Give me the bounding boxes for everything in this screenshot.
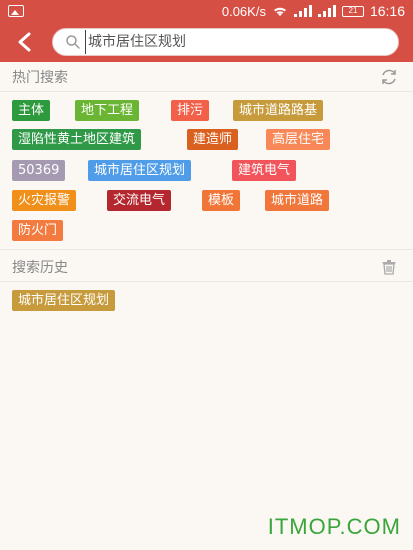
search-input[interactable] — [85, 30, 398, 54]
clear-history-button[interactable] — [377, 255, 401, 279]
hot-search-tag[interactable]: 城市道路路基 — [233, 100, 324, 121]
history-tag[interactable]: 城市居住区规划 — [12, 290, 116, 311]
hot-search-tag[interactable]: 火灾报警 — [12, 190, 77, 211]
network-speed: 0.06K/s — [221, 3, 266, 19]
signal-icon-2 — [317, 5, 336, 17]
hot-search-tag[interactable]: 建筑电气 — [232, 160, 297, 181]
history-header: 搜索历史 — [0, 252, 413, 282]
back-button[interactable] — [0, 22, 48, 62]
gallery-icon — [8, 5, 24, 17]
signal-icon — [293, 5, 312, 17]
section-divider — [0, 249, 413, 250]
hot-search-tag[interactable]: 城市居住区规划 — [88, 160, 192, 181]
trash-icon — [382, 259, 396, 275]
hot-search-tag[interactable]: 排污 — [171, 100, 210, 121]
hot-search-tag[interactable]: 城市道路 — [265, 190, 330, 211]
status-bar: 0.06K/s 21 16:16 — [0, 0, 413, 22]
search-box[interactable] — [52, 28, 399, 56]
hot-search-tag[interactable]: 交流电气 — [107, 190, 172, 211]
chevron-left-icon — [18, 32, 31, 52]
hot-search-tag[interactable]: 湿陷性黄土地区建筑 — [12, 129, 142, 150]
search-icon — [66, 35, 80, 49]
refresh-icon — [382, 69, 396, 84]
hot-search-tag[interactable]: 建造师 — [187, 129, 239, 150]
battery-icon: 21 — [341, 5, 364, 17]
search-header — [0, 22, 413, 62]
hot-search-tag[interactable]: 防火门 — [12, 220, 64, 241]
hot-search-tag[interactable]: 50369 — [12, 160, 66, 181]
history-title: 搜索历史 — [12, 259, 68, 276]
hot-search-tag[interactable]: 地下工程 — [75, 100, 140, 121]
refresh-button[interactable] — [377, 65, 401, 89]
hot-search-tag[interactable]: 高层住宅 — [266, 129, 331, 150]
hot-search-header: 热门搜索 — [0, 62, 413, 92]
wifi-icon — [273, 7, 286, 16]
hot-search-tag[interactable]: 主体 — [12, 100, 51, 121]
clock: 16:16 — [369, 3, 405, 19]
watermark: ITMOP.COM — [267, 514, 401, 539]
hot-search-title: 热门搜索 — [12, 69, 68, 86]
hot-search-tag[interactable]: 模板 — [202, 190, 241, 211]
